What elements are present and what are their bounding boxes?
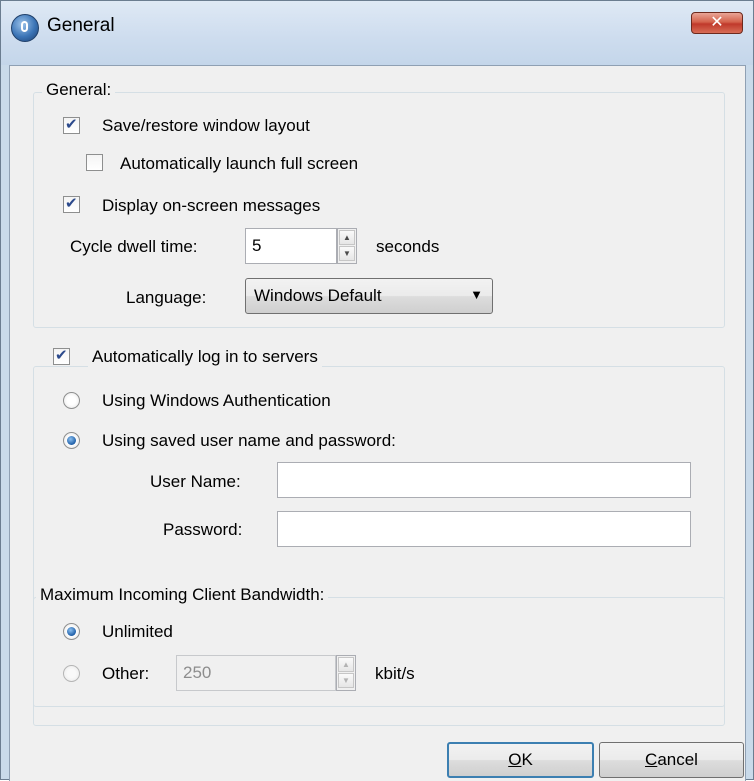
auto-fullscreen-label[interactable]: Automatically launch full screen	[120, 154, 358, 174]
password-label: Password:	[163, 520, 243, 539]
cancel-label-rest: ancel	[657, 750, 698, 769]
windows-auth-label[interactable]: Using Windows Authentication	[102, 391, 331, 411]
other-radio[interactable]	[63, 665, 80, 682]
other-label[interactable]: Other:	[102, 664, 149, 684]
auto-login-label[interactable]: Automatically log in to servers	[88, 347, 322, 367]
auto-fullscreen-checkbox[interactable]	[86, 154, 103, 171]
cycle-dwell-spinner[interactable]: ▲ ▼	[337, 228, 357, 264]
display-messages-checkbox[interactable]	[63, 194, 80, 213]
cycle-dwell-unit: seconds	[376, 237, 440, 256]
spin-down-icon[interactable]: ▼	[338, 673, 354, 688]
saved-credentials-label[interactable]: Using saved user name and password:	[102, 431, 396, 451]
save-layout-label[interactable]: Save/restore window layout	[102, 116, 310, 136]
ok-label-rest: K	[521, 750, 533, 769]
password-input[interactable]	[277, 511, 691, 547]
language-value: Windows Default	[254, 286, 382, 305]
spin-up-icon[interactable]: ▲	[339, 230, 355, 245]
other-bandwidth-input[interactable]	[176, 655, 336, 691]
cancel-button[interactable]: Cancel	[599, 742, 744, 778]
other-bandwidth-spinner[interactable]: ▲ ▼	[336, 655, 356, 691]
window-title: General	[47, 15, 115, 36]
unlimited-radio[interactable]	[63, 623, 80, 640]
saved-credentials-radio[interactable]	[63, 432, 80, 449]
title-bar[interactable]: General ✕	[1, 1, 753, 65]
close-icon: ✕	[710, 14, 724, 31]
general-group-legend: General:	[42, 80, 116, 100]
cycle-dwell-input[interactable]	[245, 228, 337, 264]
cancel-accel: C	[645, 750, 658, 769]
chevron-down-icon: ▼	[470, 287, 483, 302]
user-name-label: User Name:	[150, 472, 241, 491]
user-name-input[interactable]	[277, 462, 691, 498]
other-bandwidth-unit: kbit/s	[375, 664, 415, 683]
save-layout-checkbox[interactable]	[63, 115, 80, 134]
windows-auth-radio[interactable]	[63, 392, 80, 409]
language-label: Language:	[126, 288, 207, 307]
cycle-dwell-label: Cycle dwell time:	[70, 237, 198, 256]
spin-up-icon[interactable]: ▲	[338, 657, 354, 672]
app-icon	[11, 14, 39, 42]
ok-accel: O	[508, 750, 522, 769]
language-dropdown[interactable]: Windows Default ▼	[245, 278, 493, 314]
display-messages-label[interactable]: Display on-screen messages	[102, 196, 320, 216]
auto-login-checkbox[interactable]	[53, 346, 70, 365]
spin-down-icon[interactable]: ▼	[339, 246, 355, 261]
ok-button[interactable]: OK	[447, 742, 594, 778]
bandwidth-group-legend: Maximum Incoming Client Bandwidth:	[36, 585, 329, 605]
close-button[interactable]: ✕	[691, 12, 743, 34]
unlimited-label[interactable]: Unlimited	[102, 622, 173, 642]
bandwidth-groupbox	[33, 597, 725, 707]
